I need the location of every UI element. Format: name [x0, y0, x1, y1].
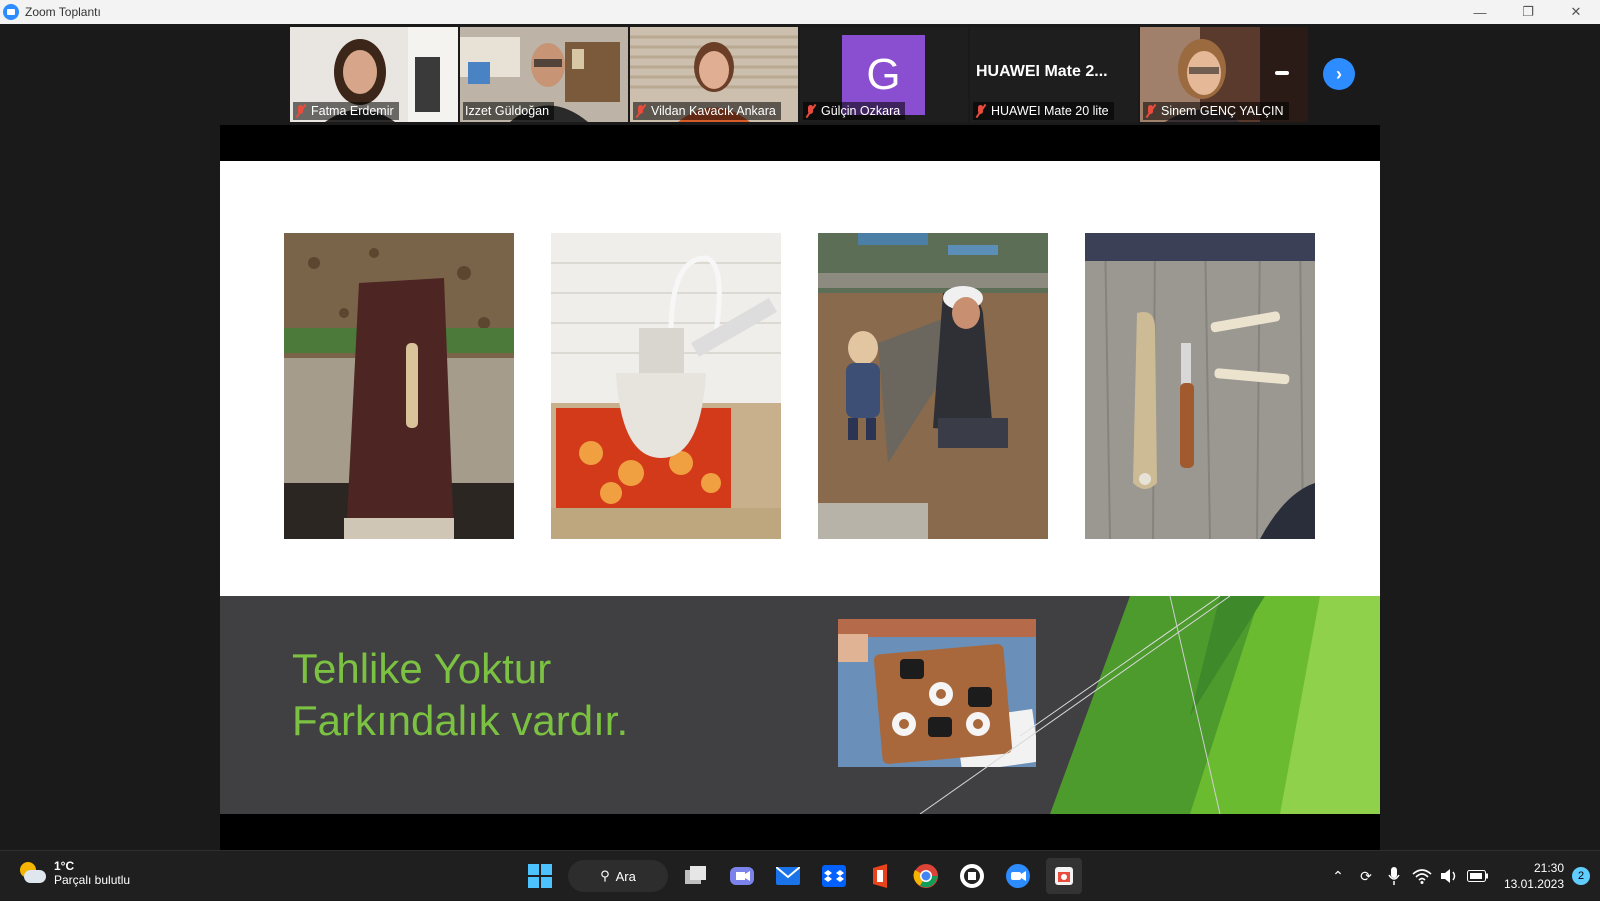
- task-view-icon[interactable]: [678, 858, 714, 894]
- participant-name: Izzet Güldoğan: [465, 104, 550, 118]
- participant-strip: Fatma Erdemir Izzet Güldoğan Vildan Kava…: [290, 27, 1308, 122]
- restore-button[interactable]: ❐: [1504, 0, 1552, 24]
- chrome-icon[interactable]: [908, 858, 944, 894]
- notification-badge[interactable]: 2: [1572, 867, 1590, 885]
- windows-start-icon[interactable]: [522, 858, 558, 894]
- mic-muted-icon: [1145, 104, 1157, 118]
- participant-name-label: Sinem GENÇ YALÇIN: [1143, 102, 1289, 120]
- participant-tile[interactable]: G Gülçin Ozkara: [800, 27, 968, 122]
- slide-photo-child-activity: [818, 233, 1048, 539]
- snipping-tool-icon[interactable]: [1046, 858, 1082, 894]
- participant-name-label: Izzet Güldoğan: [463, 102, 555, 120]
- weather-widget[interactable]: 1°C Parçalı bulutlu: [18, 859, 130, 887]
- participant-name: Fatma Erdemir: [311, 104, 394, 118]
- app-shield-icon[interactable]: [954, 858, 990, 894]
- clock-time: 21:30: [1533, 861, 1564, 875]
- slide-green-decoration: [919, 596, 1380, 814]
- participant-name: Gülçin Ozkara: [821, 104, 901, 118]
- zoom-taskbar-icon[interactable]: [1000, 858, 1036, 894]
- teams-chat-icon[interactable]: [724, 858, 760, 894]
- participant-tile[interactable]: Vildan Kavacık Ankara: [630, 27, 798, 122]
- system-tray: ⌃ ⟳ 21:30 13.01.2023 2: [1324, 851, 1600, 901]
- window-title: Zoom Toplantı: [25, 5, 101, 19]
- taskbar-search-button[interactable]: ⚲ Ara: [568, 860, 668, 892]
- office-icon[interactable]: [862, 858, 898, 894]
- chevron-up-icon[interactable]: ⌃: [1327, 865, 1349, 887]
- weather-temperature: 1°C: [54, 859, 75, 873]
- participant-name-label: Vildan Kavacık Ankara: [633, 102, 781, 120]
- mail-icon[interactable]: [770, 858, 806, 894]
- participant-name: Vildan Kavacık Ankara: [651, 104, 776, 118]
- battery-icon[interactable]: [1466, 865, 1489, 887]
- search-label: Ara: [615, 868, 636, 884]
- participant-name-label: Gülçin Ozkara: [803, 102, 906, 120]
- window-controls: — ❐ ✕: [1456, 0, 1600, 24]
- shared-screen: Tehlike Yoktur Farkındalık vardır.: [220, 125, 1380, 850]
- taskbar-clock[interactable]: 21:30 13.01.2023: [1504, 860, 1564, 892]
- participant-name-label: Fatma Erdemir: [293, 102, 399, 120]
- slide-photo-knife-sheath: [1085, 233, 1315, 539]
- slide-photo-knife-board: [284, 233, 514, 539]
- participant-name: Sinem GENÇ YALÇIN: [1161, 104, 1284, 118]
- minimize-button[interactable]: —: [1456, 0, 1504, 24]
- wifi-icon[interactable]: [1411, 865, 1433, 887]
- slide-footer-band: Tehlike Yoktur Farkındalık vardır.: [220, 596, 1380, 814]
- next-participants-button[interactable]: ›: [1323, 58, 1355, 90]
- search-icon: ⚲: [600, 868, 610, 883]
- window-titlebar: Zoom Toplantı — ❐ ✕: [0, 0, 1600, 24]
- volume-icon[interactable]: [1439, 865, 1461, 887]
- clock-date: 13.01.2023: [1503, 877, 1564, 891]
- participant-name-label: HUAWEI Mate 20 lite: [973, 102, 1114, 120]
- microphone-icon[interactable]: [1383, 865, 1405, 887]
- mic-muted-icon: [975, 104, 987, 118]
- participant-tile[interactable]: HUAWEI Mate 2... HUAWEI Mate 20 lite: [970, 27, 1138, 122]
- participant-tile[interactable]: Fatma Erdemir: [290, 27, 458, 122]
- close-button[interactable]: ✕: [1552, 0, 1600, 24]
- presentation-slide: Tehlike Yoktur Farkındalık vardır.: [220, 161, 1380, 814]
- participant-tile[interactable]: Izzet Güldoğan: [460, 27, 628, 122]
- mic-muted-icon: [295, 104, 307, 118]
- zoom-app-icon: [3, 4, 19, 20]
- participant-display-name: HUAWEI Mate 2...: [976, 63, 1108, 80]
- mic-muted-icon: [635, 104, 647, 118]
- sync-icon[interactable]: ⟳: [1355, 865, 1377, 887]
- chevron-right-icon: ›: [1336, 63, 1342, 84]
- weather-description: Parçalı bulutlu: [54, 873, 131, 887]
- meeting-area: Fatma Erdemir Izzet Güldoğan Vildan Kava…: [0, 24, 1600, 850]
- participant-tile[interactable]: Sinem GENÇ YALÇIN: [1140, 27, 1308, 122]
- dropbox-icon[interactable]: [816, 858, 852, 894]
- slide-photo-heat-lamp: [551, 233, 781, 539]
- participant-name: HUAWEI Mate 20 lite: [991, 104, 1109, 118]
- partly-cloudy-icon: [18, 860, 46, 886]
- windows-taskbar: 1°C Parçalı bulutlu ⚲ Ara ⌃ ⟳ 21:30 13.0…: [0, 850, 1600, 900]
- mic-muted-icon: [805, 104, 817, 118]
- taskbar-apps: ⚲ Ara: [522, 858, 1082, 894]
